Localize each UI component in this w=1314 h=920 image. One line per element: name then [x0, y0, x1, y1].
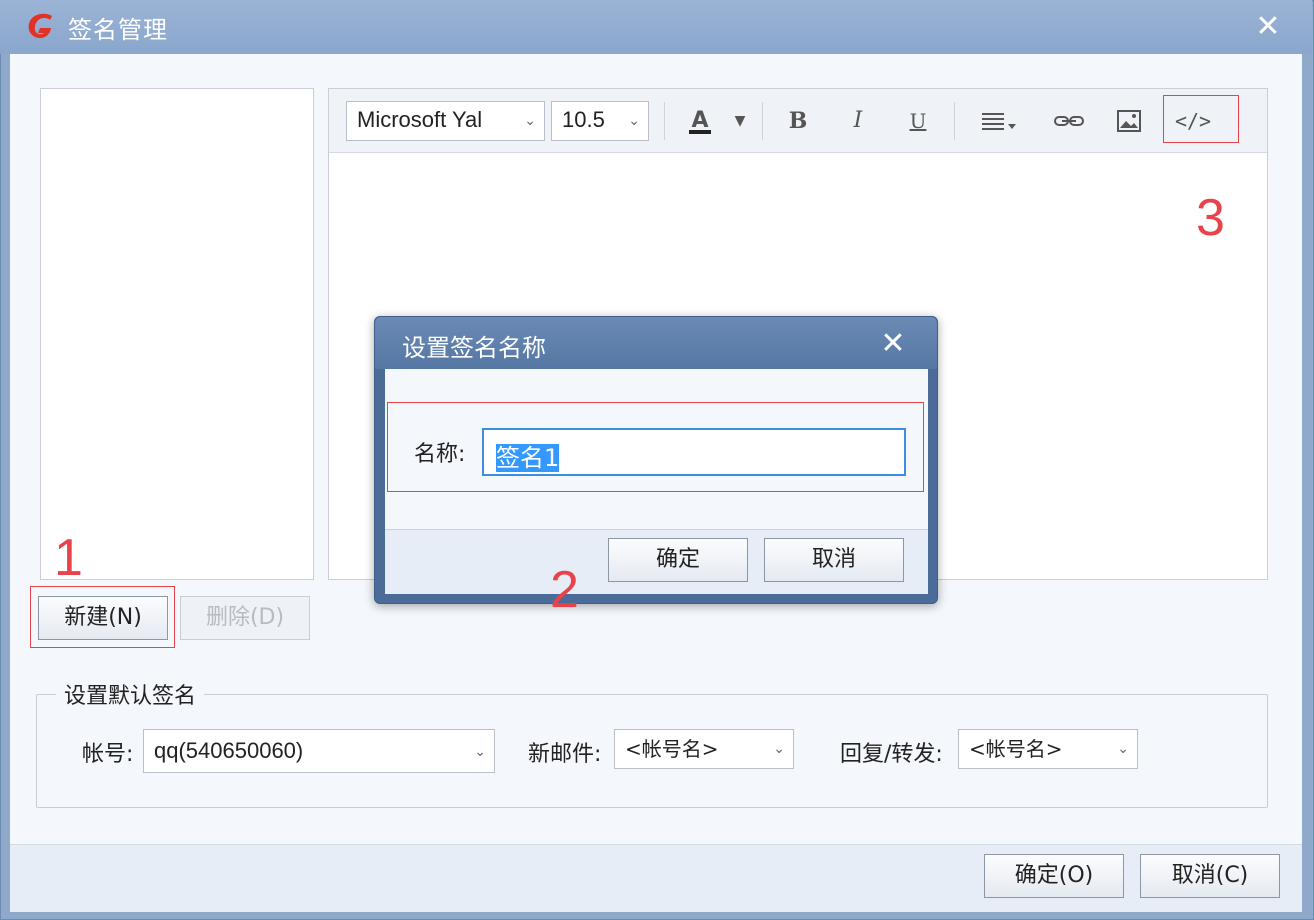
annotation-number-2: 2 [550, 561, 579, 619]
group-title: 设置默认签名 [56, 678, 205, 710]
annotation-number-1: 1 [54, 529, 83, 587]
font-family-value: Microsoft Yal [357, 107, 483, 132]
bold-button[interactable]: B [780, 102, 816, 140]
reply-forward-value: <帐号名> [969, 737, 1063, 761]
signature-name-input[interactable]: 签名1 [482, 428, 906, 476]
new-signature-button[interactable]: 新建(N) [38, 596, 168, 640]
app-logo-icon [26, 12, 56, 40]
toolbar-separator [664, 102, 665, 140]
new-mail-value: <帐号名> [625, 737, 719, 761]
reply-forward-label: 回复/转发: [840, 742, 943, 767]
new-mail-label: 新邮件: [528, 742, 602, 767]
font-family-select[interactable]: Microsoft Yal ⌄ [346, 101, 545, 141]
close-icon[interactable]: ✕ [874, 326, 912, 362]
italic-button[interactable]: I [840, 102, 876, 140]
delete-signature-button[interactable]: 删除(D) [180, 596, 310, 640]
account-value: qq(540650060) [154, 738, 304, 763]
toolbar-separator [954, 102, 955, 140]
account-select[interactable]: qq(540650060) ⌄ [143, 729, 495, 773]
new-mail-signature-select[interactable]: <帐号名> ⌄ [614, 729, 794, 769]
align-icon[interactable] [974, 102, 1024, 140]
modal-title: 设置签名名称 [402, 334, 546, 362]
font-size-select[interactable]: 10.5 ⌄ [551, 101, 649, 141]
annotation-number-3: 3 [1196, 189, 1225, 247]
underline-button[interactable]: U [900, 102, 936, 140]
chevron-down-icon: ⌄ [524, 112, 536, 128]
link-icon[interactable] [1050, 102, 1088, 140]
reply-forward-signature-select[interactable]: <帐号名> ⌄ [958, 729, 1138, 769]
font-size-value: 10.5 [562, 107, 605, 132]
chevron-down-icon: ⌄ [1117, 741, 1129, 757]
annotation-box-3 [1163, 95, 1239, 143]
chevron-down-icon: ⌄ [628, 112, 640, 128]
name-value: 签名1 [496, 444, 560, 472]
font-color-dropdown-icon[interactable]: ▼ [728, 102, 752, 140]
ok-button[interactable]: 确定(O) [984, 854, 1124, 898]
account-label: 帐号: [82, 742, 134, 767]
cancel-button[interactable]: 取消(C) [1140, 854, 1280, 898]
signature-list[interactable] [40, 88, 314, 580]
title-bar [0, 0, 1312, 54]
window-title: 签名管理 [68, 16, 168, 44]
image-icon[interactable] [1110, 102, 1148, 140]
chevron-down-icon: ⌄ [474, 743, 486, 759]
name-label: 名称: [414, 442, 466, 467]
font-color-icon[interactable]: A [682, 102, 718, 140]
chevron-down-icon: ⌄ [773, 741, 785, 757]
toolbar-separator [762, 102, 763, 140]
close-icon[interactable]: ✕ [1250, 10, 1286, 44]
modal-ok-button[interactable]: 确定 [608, 538, 748, 582]
modal-cancel-button[interactable]: 取消 [764, 538, 904, 582]
